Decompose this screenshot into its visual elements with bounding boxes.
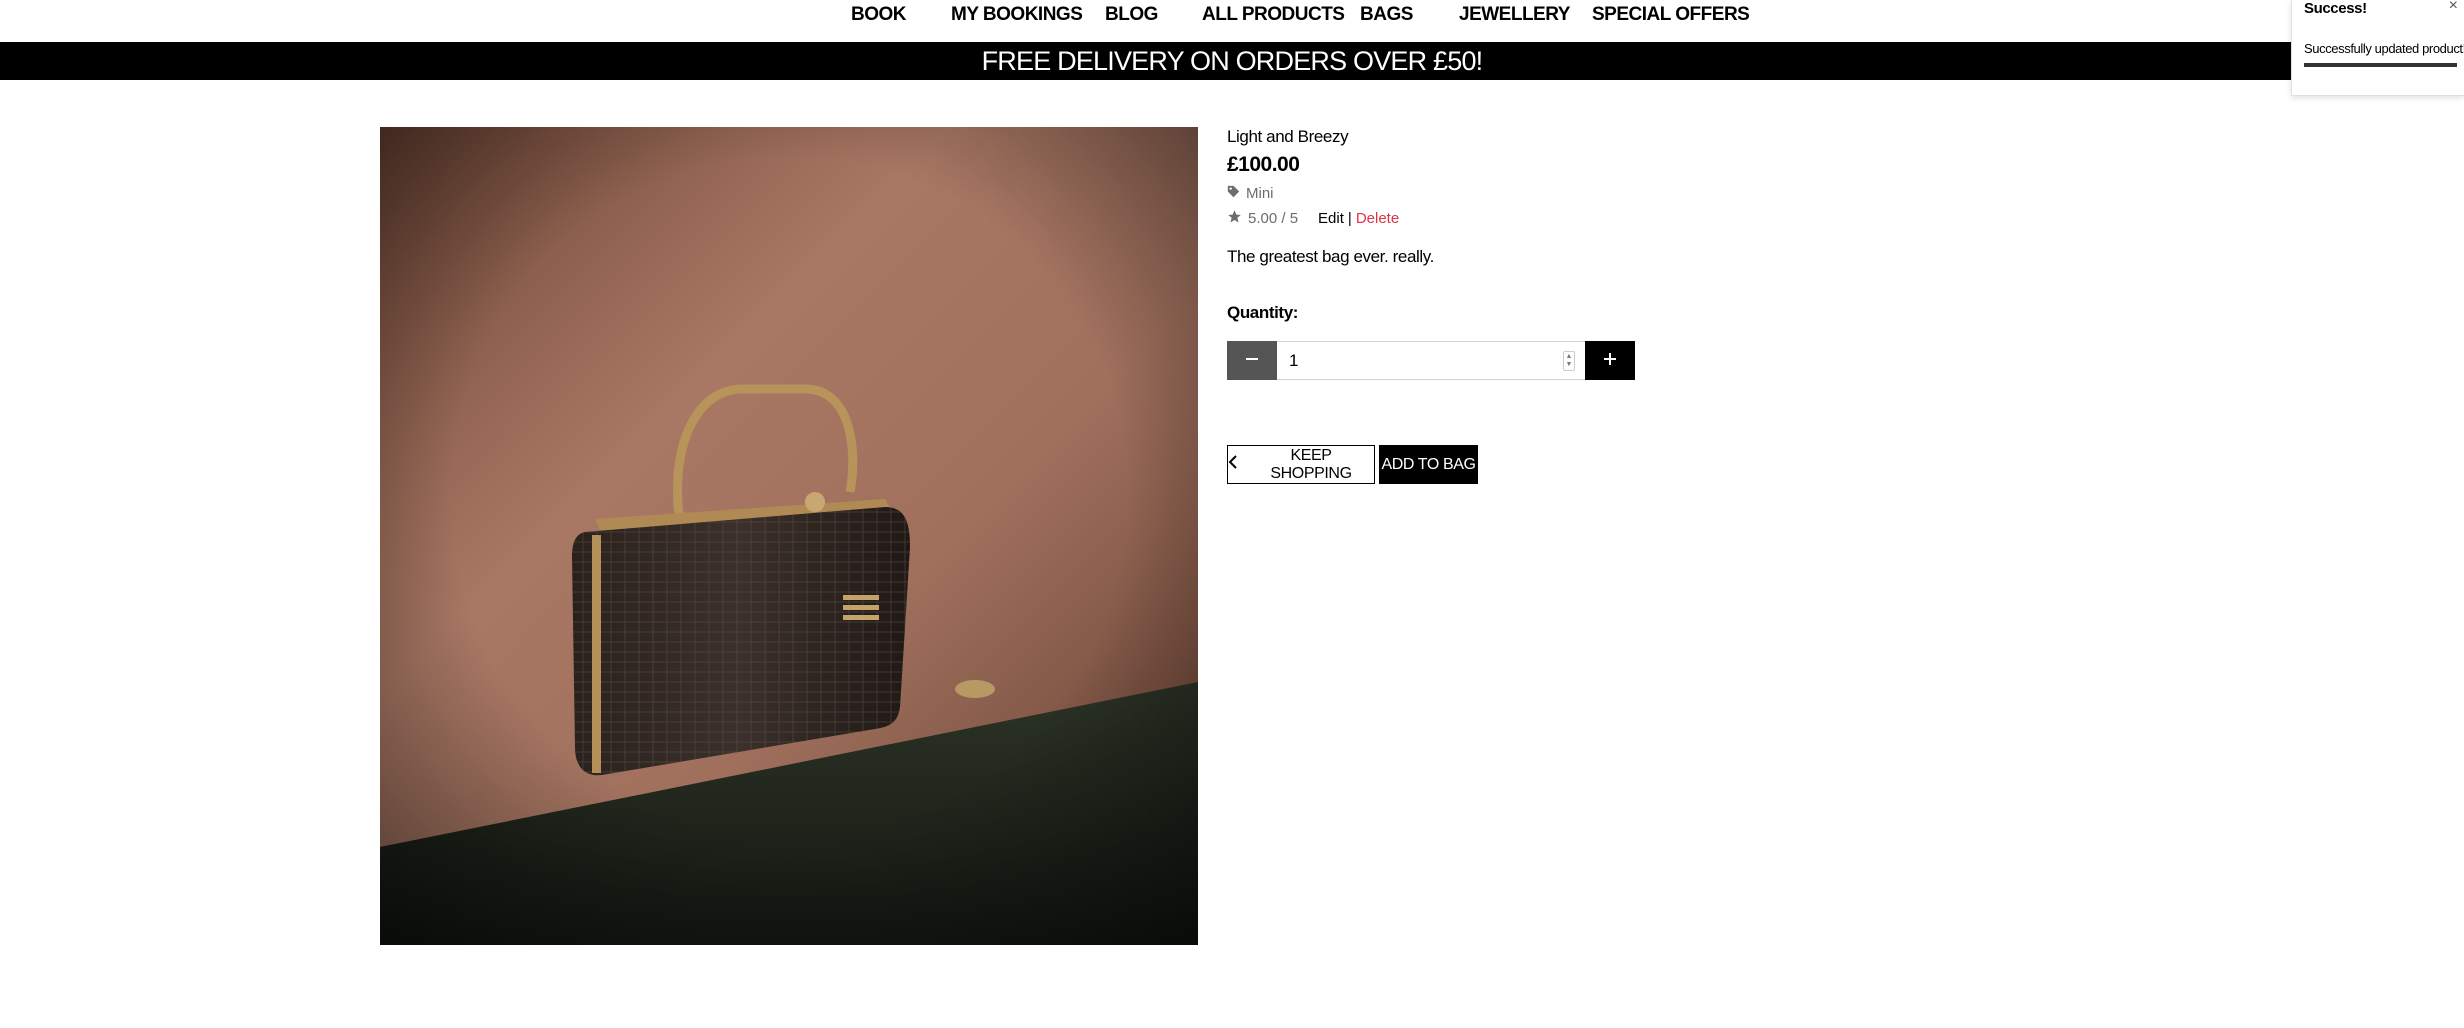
link-separator: | (1347, 210, 1352, 227)
product-price: £100.00 (1227, 153, 1300, 176)
quantity-label: Quantity: (1227, 303, 1299, 322)
toast-message: Successfully updated product! (2304, 41, 2464, 56)
product-rating: 5.00 / 5 (1227, 209, 1298, 228)
nav-bags[interactable]: BAGS (1360, 4, 1413, 26)
quantity-stepper: ▲ ▼ (1227, 341, 1635, 380)
toast-title: Success! (2304, 0, 2367, 17)
main-navigation: BOOK MY BOOKINGS BLOG ALL PRODUCTS BAGS … (0, 0, 2464, 42)
close-icon[interactable]: × (2449, 0, 2458, 15)
nav-all-products[interactable]: ALL PRODUCTS (1202, 4, 1345, 26)
delete-link[interactable]: Delete (1356, 210, 1399, 227)
quantity-input-wrapper: ▲ ▼ (1277, 341, 1585, 380)
product-description: The greatest bag ever. really. (1227, 247, 1434, 266)
nav-book[interactable]: BOOK (851, 4, 907, 26)
edit-link[interactable]: Edit (1318, 210, 1344, 227)
spinner-up-icon: ▲ (1565, 353, 1573, 360)
increment-button[interactable] (1585, 341, 1635, 380)
plus-icon (1603, 352, 1617, 369)
quantity-input[interactable] (1277, 342, 1585, 379)
minus-icon (1245, 352, 1259, 369)
product-category[interactable]: Mini (1227, 185, 1274, 202)
spinner-down-icon: ▼ (1565, 361, 1573, 368)
toast-progress-bar (2304, 63, 2457, 67)
success-toast: Success! × Successfully updated product! (2291, 0, 2464, 96)
add-to-bag-button[interactable]: ADD TO BAG (1379, 445, 1478, 484)
delivery-banner: FREE DELIVERY ON ORDERS OVER £50! (0, 42, 2464, 80)
category-label: Mini (1246, 185, 1274, 202)
rating-row: 5.00 / 5 Edit | Delete (1227, 209, 1399, 228)
nav-my-bookings[interactable]: MY BOOKINGS (951, 4, 1083, 26)
quantity-spinner[interactable]: ▲ ▼ (1563, 351, 1575, 371)
nav-special-offers[interactable]: SPECIAL OFFERS (1592, 4, 1750, 26)
star-icon (1227, 209, 1242, 228)
product-photo (380, 127, 1198, 945)
delivery-banner-text: FREE DELIVERY ON ORDERS OVER £50! (981, 46, 1484, 76)
nav-blog[interactable]: BLOG (1105, 4, 1158, 26)
keep-shopping-button[interactable]: KEEP SHOPPING (1227, 445, 1375, 484)
tag-icon (1227, 185, 1240, 202)
decrement-button[interactable] (1227, 341, 1277, 380)
product-image (380, 127, 1198, 945)
product-name: Light and Breezy (1227, 127, 1349, 146)
nav-jewellery[interactable]: JEWELLERY (1459, 4, 1570, 26)
rating-value: 5.00 / 5 (1248, 210, 1299, 227)
keep-shopping-label: KEEP SHOPPING (1270, 446, 1352, 482)
chevron-left-icon (1228, 455, 1238, 474)
